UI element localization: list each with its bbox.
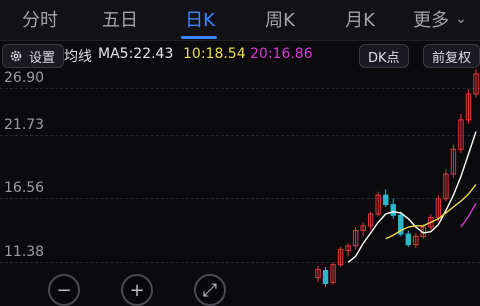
ma5-value: MA5:22.43 xyxy=(98,46,174,62)
tab-intraday[interactable]: 分时 xyxy=(0,0,80,38)
ma-line-ma20 xyxy=(460,203,477,228)
tab-daily-k-label: 日K xyxy=(185,10,215,31)
candle-body xyxy=(390,204,396,216)
tab-more[interactable]: 更多 ⌄ xyxy=(400,0,480,38)
tab-weekly-k-label: 周K xyxy=(265,10,295,31)
active-tab-indicator xyxy=(181,36,217,39)
expand-icon: ⤢ xyxy=(202,279,218,301)
ma-line-ma10 xyxy=(385,184,477,240)
candle-body xyxy=(322,270,329,285)
moving-average-label: 均线 xyxy=(64,49,92,65)
candlestick-chart[interactable] xyxy=(0,68,480,300)
dk-point-button[interactable]: DK点 xyxy=(359,44,409,68)
tab-divider xyxy=(0,40,480,41)
plus-icon: + xyxy=(129,279,145,301)
indicator-toolbar: 设置 均线 MA5:22.43 10:18.54 20:16.86 DK点 前复… xyxy=(0,42,480,68)
chevron-down-icon: ⌄ xyxy=(455,11,467,27)
y-axis-label: 21.73 xyxy=(4,117,45,133)
ma10-value: 10:18.54 xyxy=(183,46,246,62)
ma-line-ma5 xyxy=(347,131,477,263)
ma20-value: 20:16.86 xyxy=(250,46,313,62)
settings-label: 设置 xyxy=(29,50,56,66)
dk-point-label: DK点 xyxy=(368,50,400,66)
tab-monthly-k-label: 月K xyxy=(345,10,375,31)
tab-intraday-label: 分时 xyxy=(22,10,58,31)
tab-more-label: 更多 xyxy=(413,10,450,31)
y-axis-label: 16.56 xyxy=(4,180,45,196)
gear-icon xyxy=(10,50,22,62)
tab-daily-k[interactable]: 日K xyxy=(160,0,240,38)
tab-five-day[interactable]: 五日 xyxy=(80,0,160,38)
tab-weekly-k[interactable]: 周K xyxy=(240,0,320,38)
candle-body xyxy=(405,233,411,246)
price-adjust-button[interactable]: 前复权 xyxy=(423,44,480,68)
zoom-out-button[interactable]: − xyxy=(48,274,80,306)
y-axis-label: 11.38 xyxy=(4,244,45,260)
settings-button[interactable]: 设置 xyxy=(2,44,65,68)
price-adjust-label: 前复权 xyxy=(432,50,472,66)
tab-monthly-k[interactable]: 月K xyxy=(320,0,400,38)
candle-body xyxy=(383,194,389,206)
tab-five-day-label: 五日 xyxy=(102,10,138,31)
minus-icon: − xyxy=(56,279,72,301)
period-tab-bar: 分时 五日 日K 周K 月K 更多 ⌄ xyxy=(0,0,480,40)
y-axis-label: 26.90 xyxy=(4,70,45,86)
fullscreen-button[interactable]: ⤢ xyxy=(194,274,226,306)
zoom-in-button[interactable]: + xyxy=(121,274,153,306)
